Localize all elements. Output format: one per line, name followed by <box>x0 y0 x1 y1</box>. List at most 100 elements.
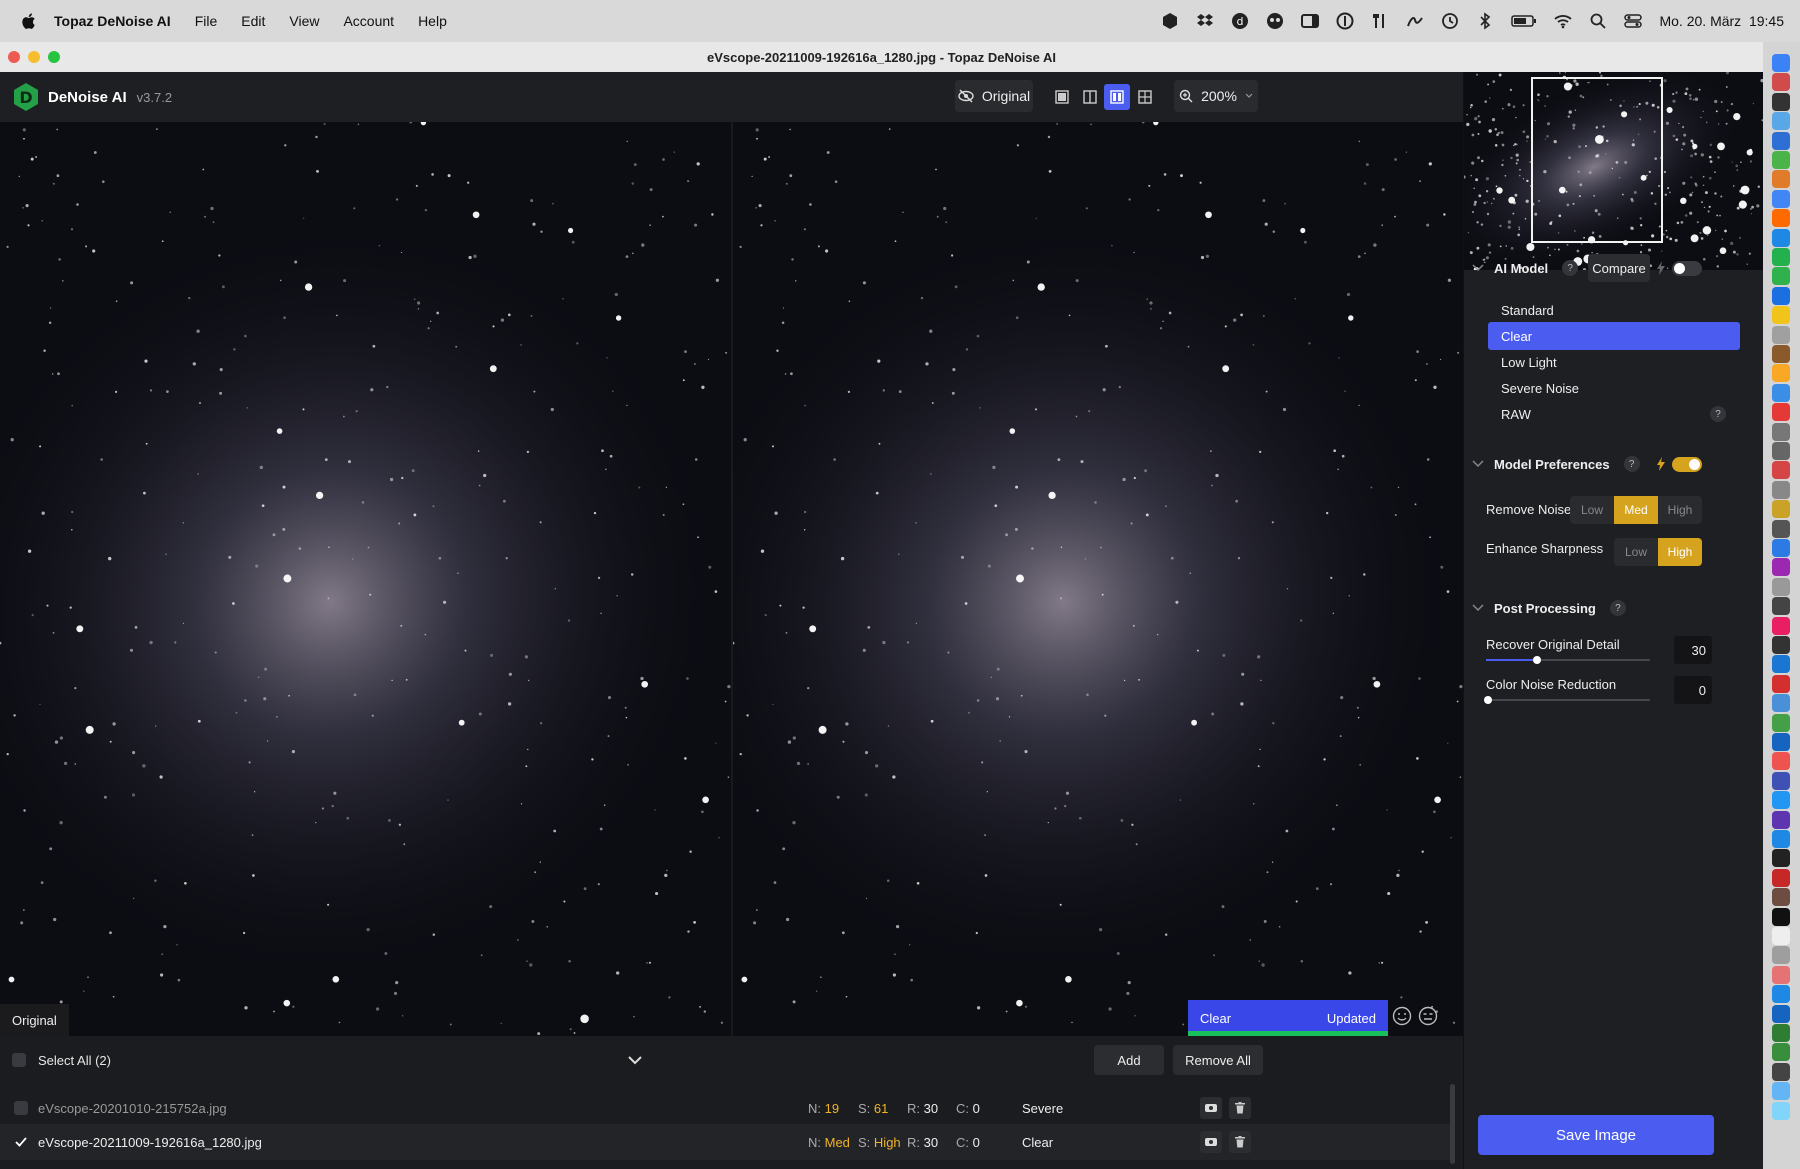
dock-app-icon[interactable] <box>1772 616 1790 635</box>
dock-app-icon[interactable] <box>1772 636 1790 654</box>
chevron-down-icon[interactable] <box>1472 460 1484 468</box>
help-icon[interactable]: ? <box>1609 600 1626 616</box>
recover-detail-value[interactable]: 30 <box>1674 636 1712 664</box>
dock-app-icon[interactable] <box>1772 422 1790 441</box>
dock-app-icon[interactable] <box>1772 461 1790 480</box>
dock-app-icon[interactable] <box>1772 248 1790 266</box>
slider-knob[interactable] <box>1533 656 1542 664</box>
dock-app-icon[interactable] <box>1772 170 1790 189</box>
remove-noise-high[interactable]: High <box>1658 496 1702 524</box>
delete-button[interactable] <box>1229 1097 1251 1119</box>
file-row[interactable]: eVscope-20201010-215752a.jpg N: 19 S: 61… <box>0 1090 1450 1126</box>
file-row-selected[interactable]: eVscope-20211009-192616a_1280.jpg N: Med… <box>0 1124 1450 1160</box>
mask-app-icon[interactable] <box>1266 12 1284 30</box>
enhance-sharpness-low[interactable]: Low <box>1614 538 1658 566</box>
model-preferences-section-header[interactable]: Model Preferences ? <box>1464 449 1764 479</box>
remove-noise-med[interactable]: Med <box>1614 496 1658 524</box>
dock-app-icon[interactable] <box>1772 209 1790 228</box>
dock-app-icon[interactable] <box>1772 597 1790 616</box>
compare-button[interactable]: Compare <box>1588 254 1650 282</box>
dock-app-icon[interactable] <box>1772 345 1790 363</box>
dock-app-icon[interactable] <box>1772 752 1790 771</box>
dock-app-icon[interactable] <box>1772 306 1790 325</box>
menu-edit[interactable]: Edit <box>241 13 265 29</box>
dock-app-icon[interactable] <box>1772 228 1790 247</box>
dock-app-icon[interactable] <box>1772 151 1790 169</box>
zoom-dropdown[interactable]: 200% <box>1174 80 1258 112</box>
menu-file[interactable]: File <box>195 13 218 29</box>
dock-app-icon[interactable] <box>1772 907 1790 926</box>
dock-app-icon[interactable] <box>1772 364 1790 383</box>
dock-app-icon[interactable] <box>1772 539 1790 557</box>
recover-detail-slider[interactable] <box>1486 656 1650 664</box>
dock-app-icon[interactable] <box>1772 927 1790 945</box>
menubar-clock[interactable]: Mo. 20. März 19:45 <box>1659 13 1784 29</box>
dock-app-icon[interactable] <box>1772 73 1790 92</box>
chevron-down-icon[interactable] <box>1472 604 1484 612</box>
dock-app-icon[interactable] <box>1772 1004 1790 1023</box>
dock-app-icon[interactable] <box>1772 771 1790 790</box>
bluetooth-icon[interactable] <box>1476 12 1494 30</box>
delete-button[interactable] <box>1229 1131 1251 1153</box>
dock-app-icon[interactable] <box>1772 674 1790 693</box>
collapse-chevron-icon[interactable] <box>627 1055 643 1065</box>
preview-button[interactable] <box>1200 1097 1222 1119</box>
apple-icon[interactable] <box>18 11 38 31</box>
side-by-side-view-button[interactable] <box>1104 84 1130 110</box>
sidebar-app-icon[interactable] <box>1301 12 1320 30</box>
dock-app-icon[interactable] <box>1772 965 1790 984</box>
dock-app-icon[interactable] <box>1772 1082 1790 1101</box>
dock-app-icon[interactable] <box>1772 985 1790 1004</box>
dock-app-icon[interactable] <box>1772 849 1790 868</box>
dropbox-icon[interactable] <box>1196 12 1214 30</box>
dock-app-icon[interactable] <box>1772 500 1790 519</box>
color-noise-value[interactable]: 0 <box>1674 676 1712 704</box>
wifi-icon[interactable] <box>1554 12 1573 30</box>
hexagon-app-icon[interactable] <box>1161 12 1179 30</box>
zoom-window-button[interactable] <box>48 51 60 63</box>
dock-app-icon[interactable] <box>1772 733 1790 751</box>
dock-app-icon[interactable] <box>1772 92 1790 111</box>
ai-model-auto-toggle[interactable] <box>1672 261 1702 276</box>
dock-app-icon[interactable] <box>1772 519 1790 538</box>
signature-icon[interactable] <box>1406 12 1424 30</box>
dock-app-icon[interactable] <box>1772 868 1790 887</box>
dock-app-icon[interactable] <box>1772 480 1790 499</box>
neutral-face-icon[interactable] <box>1418 1006 1438 1026</box>
dock-app-icon[interactable] <box>1772 54 1790 72</box>
time-machine-icon[interactable] <box>1441 12 1459 30</box>
dock-app-icon[interactable] <box>1772 286 1790 305</box>
d-app-icon[interactable]: d <box>1231 12 1249 30</box>
dock-app-icon[interactable] <box>1772 577 1790 596</box>
control-center-icon[interactable] <box>1624 12 1643 30</box>
close-window-button[interactable] <box>8 51 20 63</box>
chevron-down-icon[interactable] <box>1472 264 1484 272</box>
battery-icon[interactable] <box>1511 12 1537 30</box>
file-list-scrollbar[interactable] <box>1450 1084 1455 1164</box>
help-icon[interactable]: ? <box>1710 406 1726 422</box>
model-option-clear[interactable]: Clear <box>1488 322 1740 350</box>
processed-image-pane[interactable] <box>733 122 1463 1036</box>
single-view-button[interactable] <box>1049 84 1075 110</box>
dock-app-icon[interactable] <box>1772 791 1790 810</box>
comparison-grid-view-button[interactable] <box>1132 84 1158 110</box>
password-app-icon[interactable] <box>1336 12 1354 30</box>
dock-app-icon[interactable] <box>1772 1101 1790 1120</box>
dock-app-icon[interactable] <box>1772 403 1790 422</box>
menu-view[interactable]: View <box>289 13 319 29</box>
model-option-low-light[interactable]: Low Light <box>1488 348 1740 376</box>
dock-app-icon[interactable] <box>1772 558 1790 577</box>
dock-app-icon[interactable] <box>1772 189 1790 208</box>
help-icon[interactable]: ? <box>1562 260 1579 276</box>
dock-app-icon[interactable] <box>1772 1062 1790 1081</box>
checkmark-icon[interactable] <box>15 1137 27 1147</box>
navigator-thumbnail[interactable] <box>1464 72 1764 270</box>
minimize-window-button[interactable] <box>28 51 40 63</box>
dock-app-icon[interactable] <box>1772 810 1790 829</box>
dock-app-icon[interactable] <box>1772 1043 1790 1062</box>
help-icon[interactable]: ? <box>1623 456 1640 472</box>
dock-app-icon[interactable] <box>1772 383 1790 402</box>
spotlight-search-icon[interactable] <box>1589 12 1607 30</box>
dock-app-icon[interactable] <box>1772 694 1790 713</box>
slider-knob[interactable] <box>1484 696 1492 704</box>
